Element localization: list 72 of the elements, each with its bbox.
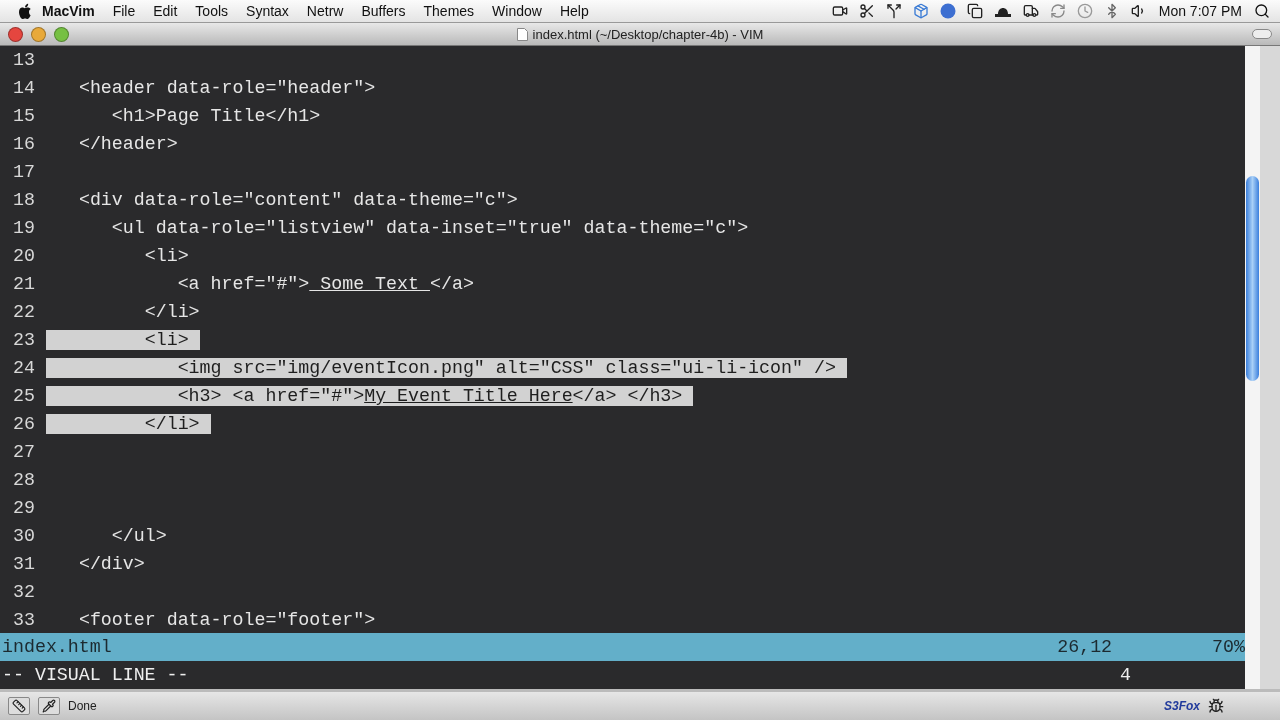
apple-logo-icon[interactable] (18, 2, 33, 20)
bug-icon[interactable] (1208, 698, 1224, 714)
code-line: </li> (143, 302, 200, 322)
toolbar-toggle-button[interactable] (1252, 29, 1272, 39)
menu-clock[interactable]: Mon 7:07 PM (1158, 3, 1242, 19)
ruler-button[interactable] (8, 697, 30, 715)
code-line: <ul data-role="listview" data-inset="true" data-theme="c"> (110, 218, 749, 238)
line-number: 18 (12, 190, 35, 210)
line-number: 17 (12, 162, 35, 182)
cursor-position: 26,12 (1057, 637, 1113, 657)
fork-icon[interactable] (885, 3, 902, 19)
line-number: 31 (12, 554, 35, 574)
menu-item[interactable]: Buffers (352, 3, 415, 19)
line-number: 33 (12, 610, 35, 630)
code-line: <a href="#"> Some Text </a> (176, 274, 474, 294)
video-camera-icon[interactable] (831, 3, 848, 19)
code-line: </div> (77, 554, 145, 574)
menu-item[interactable]: Tools (186, 3, 238, 19)
copy-icon[interactable] (966, 3, 983, 19)
status-text: Done (68, 699, 97, 713)
menu-item[interactable]: Help (550, 3, 598, 19)
addon-label[interactable]: S3Fox (1164, 699, 1200, 713)
minimize-button[interactable] (31, 26, 46, 42)
mode-indicator: -- VISUAL LINE -- (2, 665, 189, 685)
line-number: 14 (12, 78, 35, 98)
code-line: </header> (77, 134, 178, 154)
code-line: <header data-role="header"> (77, 78, 376, 98)
code-line: <footer data-role="footer"> (77, 610, 376, 630)
line-number: 29 (12, 498, 35, 518)
refresh-icon[interactable] (1049, 3, 1066, 19)
menu-item[interactable]: Syntax (237, 3, 298, 19)
zoom-button[interactable] (54, 26, 69, 42)
line-number: 13 (12, 50, 35, 70)
close-button[interactable] (8, 26, 23, 42)
line-number: 23 (12, 330, 35, 350)
scissors-icon[interactable] (858, 3, 875, 19)
scrollbar[interactable] (1245, 46, 1260, 689)
truck-icon[interactable] (1022, 3, 1039, 19)
code-line: <h1>Page Title</h1> (110, 106, 321, 126)
file-name: index.html (2, 637, 112, 657)
window-title: index.html (~/Desktop/chapter-4b) - VIM (532, 26, 764, 42)
menu-item[interactable]: Themes (414, 3, 484, 19)
box-icon[interactable] (912, 3, 929, 19)
line-number: 20 (12, 246, 35, 266)
menu-item[interactable]: Edit (144, 3, 187, 19)
clock-icon[interactable] (1076, 3, 1093, 19)
search-icon[interactable] (1254, 3, 1270, 19)
code-line: <div data-role="content" data-theme="c"> (77, 190, 518, 210)
app-menu[interactable]: MacVim (33, 3, 104, 19)
menu-item[interactable]: Window (483, 3, 551, 19)
line-number: 28 (12, 470, 35, 490)
document-icon (516, 27, 528, 41)
line-number: 24 (12, 358, 35, 378)
scrollbar-thumb[interactable] (1246, 176, 1259, 381)
line-number: 26 (12, 414, 35, 434)
eyedropper-button[interactable] (38, 697, 60, 715)
line-number: 32 (12, 582, 35, 602)
menu-item[interactable]: Netrw (297, 3, 353, 19)
line-number: 19 (12, 218, 35, 238)
line-number: 16 (12, 134, 35, 154)
scroll-percent: 70% (1212, 637, 1245, 657)
line-number: 27 (12, 442, 35, 462)
line-number: 25 (12, 386, 35, 406)
circle-icon[interactable] (939, 3, 956, 19)
menu-item[interactable]: File (103, 3, 145, 19)
line-number: 15 (12, 106, 35, 126)
line-number: 30 (12, 526, 35, 546)
code-line: <li> (143, 246, 189, 266)
selection-count: 4 (1120, 665, 1131, 685)
code-line: </ul> (110, 526, 167, 546)
line-number: 22 (12, 302, 35, 322)
line-number: 21 (12, 274, 35, 294)
